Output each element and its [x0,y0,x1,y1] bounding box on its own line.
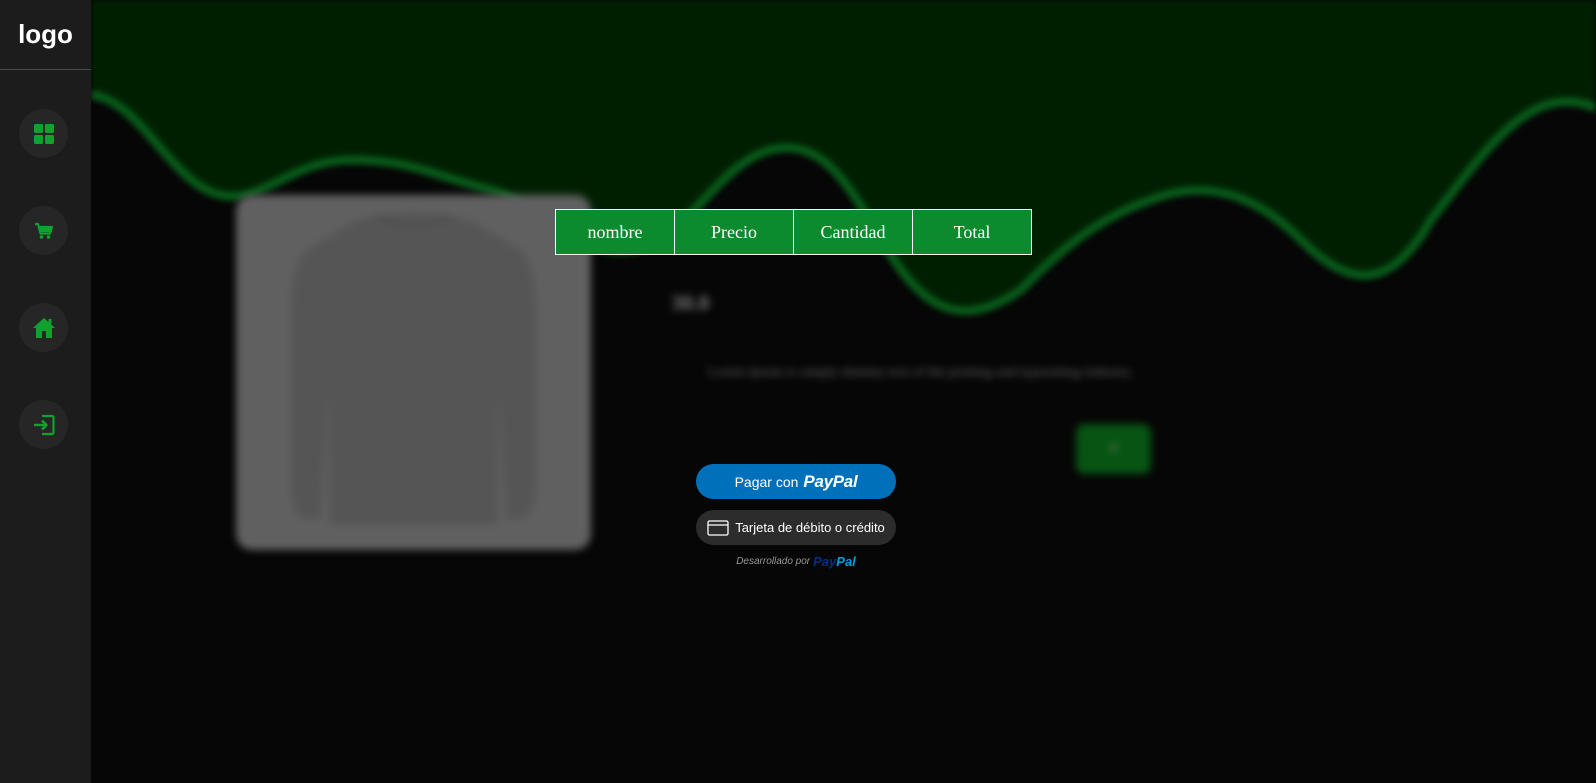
app-page: logo 30.0 Lorem Ipsum is simply dummy te… [0,0,1596,783]
login-icon [33,414,55,435]
paypal-wordmark: PayPal [803,471,858,491]
logo[interactable]: logo [0,0,91,70]
column-header-precio: Precio [674,209,794,255]
sidebar-item-login[interactable] [19,400,68,449]
column-header-total: Total [912,209,1032,255]
shopping-cart-icon [34,222,53,239]
credit-card-icon [707,519,729,536]
column-header-cantidad: Cantidad [793,209,913,255]
card-button-label: Tarjeta de débito o crédito [735,520,885,535]
cart-table-header-row: nombre Precio Cantidad Total [555,209,1032,255]
column-header-nombre: nombre [555,209,675,255]
powered-by-text: Desarrollado por [736,555,811,567]
main-content: 30.0 Lorem Ipsum is simply dummy text of… [91,0,1596,783]
paypal-checkout-button[interactable]: Pagar con PayPal [696,464,896,499]
home-icon [32,317,55,338]
paypal-button-prefix: Pagar con [734,473,799,490]
sidebar-item-cart[interactable] [19,206,68,255]
dashboard-grid-icon [33,123,54,144]
sidebar-item-home[interactable] [19,303,68,352]
sidebar: logo [0,0,91,783]
powered-by-paypal: Desarrollado por PayPal [696,552,896,570]
overlay-dim [91,0,1596,783]
card-checkout-button[interactable]: Tarjeta de débito o crédito [696,510,896,545]
sidebar-item-dashboard[interactable] [19,109,68,158]
cart-table: nombre Precio Cantidad Total [555,209,1032,255]
paypal-logo: PayPal [813,553,856,569]
